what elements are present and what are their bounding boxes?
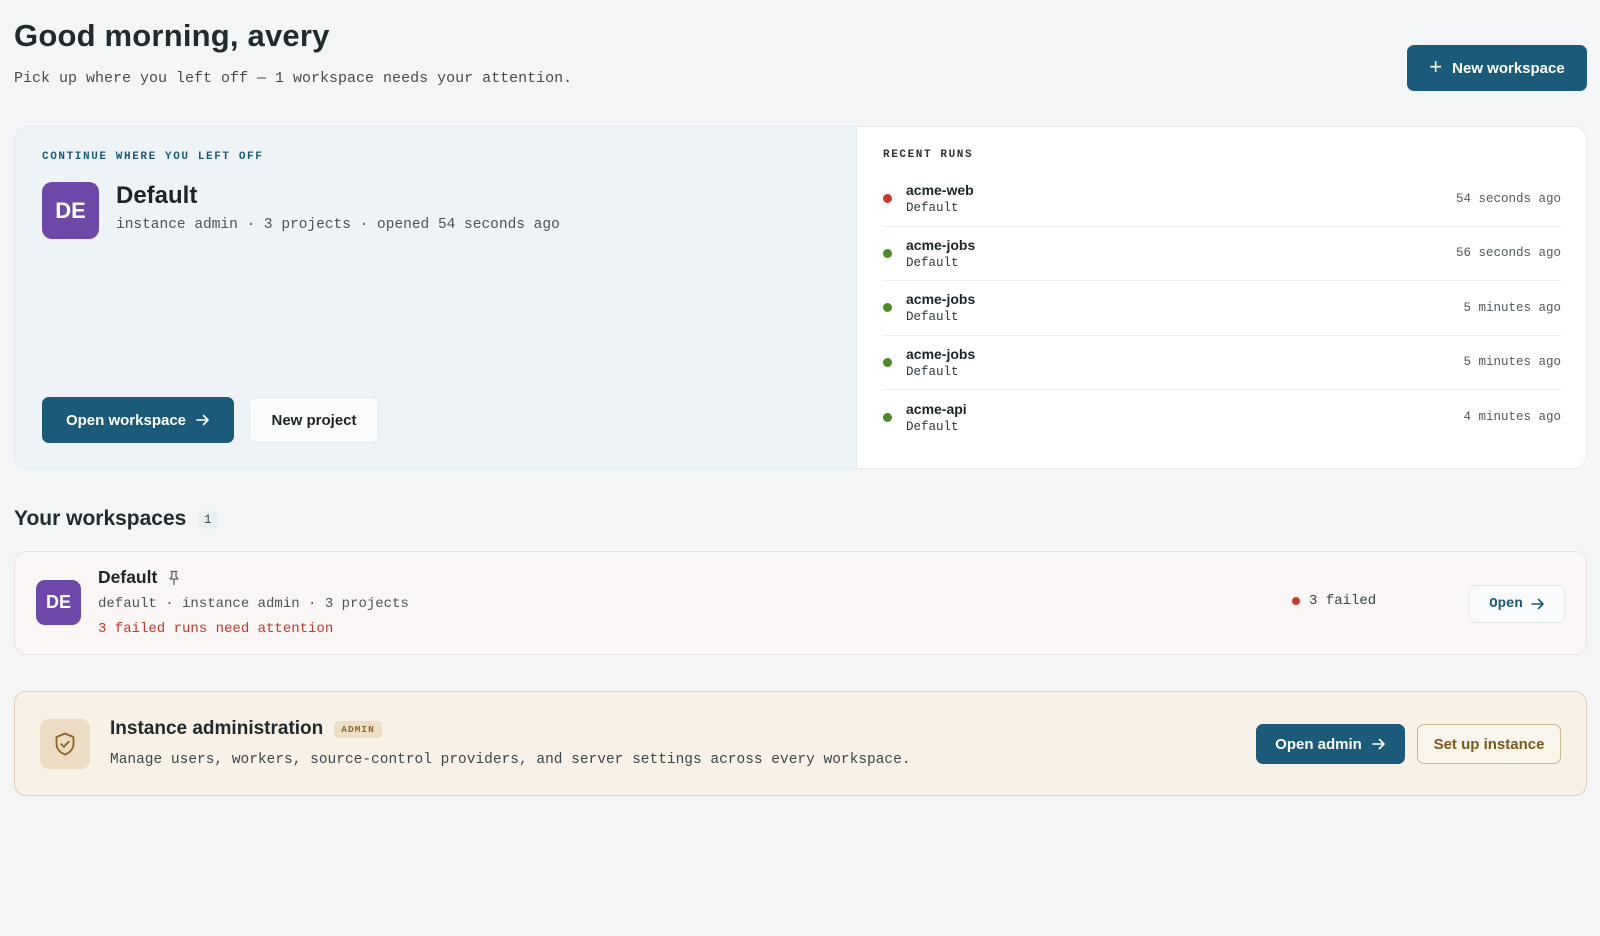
page-title: Good morning, avery bbox=[14, 18, 330, 53]
continue-panel: CONTINUE WHERE YOU LEFT OFF DE Default i… bbox=[15, 127, 857, 468]
run-status-dot bbox=[883, 194, 892, 204]
open-admin-button[interactable]: Open admin bbox=[1256, 724, 1405, 764]
run-time: 5 minutes ago bbox=[1463, 355, 1561, 370]
workspace-meta: default · instance admin · 3 projects bbox=[98, 596, 409, 612]
open-admin-label: Open admin bbox=[1275, 735, 1362, 753]
continue-workspace-meta: instance admin · 3 projects · opened 54 … bbox=[116, 217, 560, 233]
page-subtitle: Pick up where you left off — 1 workspace… bbox=[14, 70, 573, 87]
run-row[interactable]: acme-api Default 4 minutes ago bbox=[883, 390, 1561, 445]
run-time: 54 seconds ago bbox=[1455, 191, 1561, 206]
admin-title-row: Instance administration ADMIN bbox=[110, 718, 382, 740]
setup-instance-button[interactable]: Set up instance bbox=[1417, 724, 1561, 764]
open-workspace-label: Open workspace bbox=[65, 411, 187, 429]
workspace-card[interactable]: DE Default default · instance admin · 3 … bbox=[14, 551, 1587, 655]
run-status-dot bbox=[883, 303, 892, 313]
run-workspace: Default bbox=[906, 364, 959, 379]
continue-card: CONTINUE WHERE YOU LEFT OFF DE Default i… bbox=[14, 126, 1587, 469]
recent-runs-list: acme-web Default 54 seconds ago acme-job… bbox=[883, 172, 1561, 445]
workspace-alert: 3 failed runs need attention bbox=[98, 621, 334, 637]
workspaces-count-badge: 1 bbox=[198, 511, 218, 529]
recent-runs-panel: RECENT RUNS acme-web Default 54 seconds … bbox=[857, 127, 1586, 468]
run-name: acme-jobs bbox=[906, 236, 976, 253]
workspace-title-row: Default bbox=[98, 567, 181, 588]
failed-status-label: 3 failed bbox=[1309, 593, 1377, 609]
new-project-button[interactable]: New project bbox=[249, 397, 379, 443]
new-workspace-button[interactable]: + New workspace bbox=[1407, 45, 1587, 91]
workspace-title: Default bbox=[98, 567, 158, 587]
admin-description: Manage users, workers, source-control pr… bbox=[110, 752, 911, 768]
run-time: 56 seconds ago bbox=[1455, 246, 1561, 261]
run-name: acme-jobs bbox=[906, 291, 976, 308]
pin-icon[interactable] bbox=[167, 570, 181, 586]
workspace-avatar: DE bbox=[36, 580, 81, 625]
run-row[interactable]: acme-web Default 54 seconds ago bbox=[883, 172, 1561, 227]
run-workspace: Default bbox=[906, 255, 959, 270]
workspace-avatar: DE bbox=[42, 182, 99, 239]
run-row[interactable]: acme-jobs Default 5 minutes ago bbox=[883, 336, 1561, 390]
run-status-dot bbox=[883, 357, 892, 367]
open-label: Open bbox=[1489, 596, 1523, 612]
admin-card: Instance administration ADMIN Manage use… bbox=[14, 691, 1587, 796]
run-name: acme-api bbox=[906, 400, 967, 417]
run-workspace: Default bbox=[906, 419, 959, 434]
run-name: acme-web bbox=[906, 182, 974, 199]
arrow-right-icon bbox=[1530, 598, 1544, 610]
shield-icon bbox=[40, 719, 90, 769]
continue-workspace-title: Default bbox=[116, 182, 198, 209]
run-workspace: Default bbox=[906, 201, 959, 216]
run-workspace: Default bbox=[906, 310, 959, 325]
failed-status: 3 failed bbox=[1292, 593, 1376, 609]
new-workspace-label: New workspace bbox=[1452, 59, 1565, 77]
recent-runs-eyebrow: RECENT RUNS bbox=[883, 149, 974, 161]
run-status-dot bbox=[883, 412, 892, 422]
admin-title: Instance administration bbox=[110, 718, 324, 739]
failed-status-dot bbox=[1292, 597, 1300, 605]
workspaces-heading: Your workspaces bbox=[14, 507, 187, 530]
run-name: acme-jobs bbox=[906, 345, 976, 362]
run-time: 4 minutes ago bbox=[1463, 410, 1561, 425]
run-status-dot bbox=[883, 248, 892, 258]
arrow-right-icon bbox=[1372, 738, 1385, 750]
open-workspace-card-button[interactable]: Open bbox=[1469, 585, 1565, 623]
run-row[interactable]: acme-jobs Default 56 seconds ago bbox=[883, 227, 1561, 281]
continue-eyebrow: CONTINUE WHERE YOU LEFT OFF bbox=[42, 151, 264, 163]
admin-badge: ADMIN bbox=[334, 720, 382, 738]
run-time: 5 minutes ago bbox=[1463, 300, 1561, 315]
arrow-right-icon bbox=[196, 414, 209, 426]
plus-icon: + bbox=[1429, 54, 1443, 79]
run-row[interactable]: acme-jobs Default 5 minutes ago bbox=[883, 281, 1561, 336]
open-workspace-button[interactable]: Open workspace bbox=[42, 397, 234, 443]
